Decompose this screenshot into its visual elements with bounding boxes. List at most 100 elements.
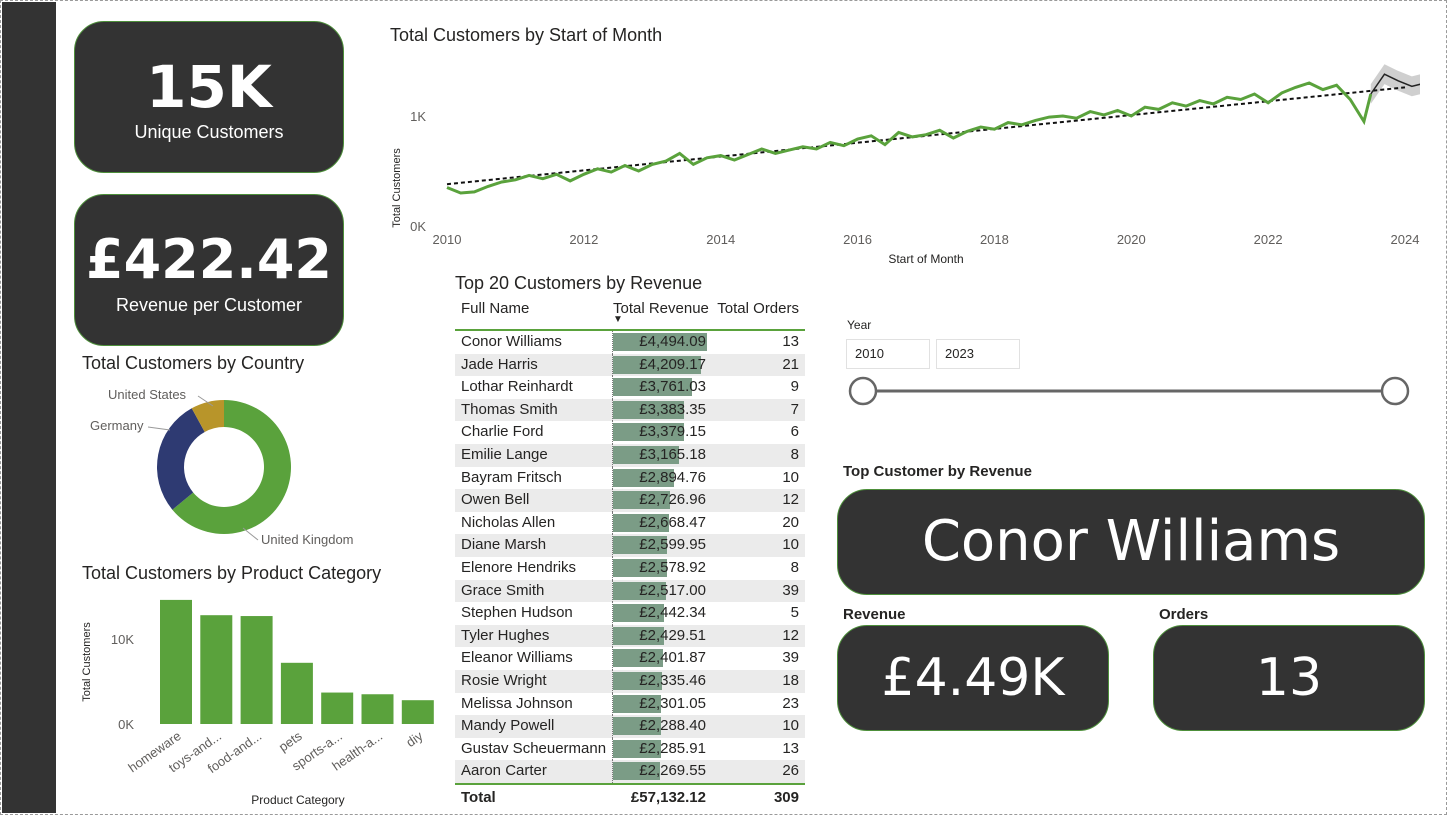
row-total-orders: 13: [782, 739, 799, 757]
row-full-name: Elenore Hendriks: [461, 558, 577, 576]
row-full-name: Rosie Wright: [461, 671, 547, 689]
table-row[interactable]: Charlie Ford £3,379.15 6: [455, 421, 805, 444]
row-full-name: Melissa Johnson: [461, 694, 573, 712]
row-total-orders: 8: [790, 445, 799, 463]
bar-chart-ylabel: Total Customers: [81, 622, 93, 702]
row-total-revenue: £2,429.51: [639, 626, 706, 644]
row-total-orders: 13: [782, 333, 799, 350]
column-header-total-orders[interactable]: Total Orders: [717, 300, 799, 317]
year-from-input[interactable]: 2010: [846, 339, 930, 369]
column-header-total-revenue[interactable]: Total Revenue: [613, 300, 709, 317]
row-full-name: Emilie Lange: [461, 445, 548, 463]
table-row[interactable]: Lothar Reinhardt £3,761.03 9: [455, 376, 805, 399]
table-row[interactable]: Owen Bell £2,726.96 12: [455, 489, 805, 512]
column-header-full-name[interactable]: Full Name: [461, 300, 529, 317]
row-total-revenue: £2,726.96: [639, 491, 706, 509]
table-row[interactable]: Jade Harris £4,209.17 21: [455, 353, 805, 377]
year-range-slider[interactable]: [845, 371, 1425, 411]
row-total-orders: 12: [782, 626, 799, 644]
bar-0[interactable]: [160, 599, 192, 724]
row-full-name: Stephen Hudson: [461, 604, 573, 622]
unique-customers-value: 15K: [146, 53, 272, 121]
top-customer-name: Conor Williams: [921, 509, 1341, 574]
table-row[interactable]: Rosie Wright £2,335.46 18: [455, 669, 805, 693]
row-total-orders: 39: [782, 581, 799, 599]
row-full-name: Grace Smith: [461, 581, 545, 599]
line-chart-xtick: 2022: [1254, 232, 1283, 247]
table-row[interactable]: Nicholas Allen £2,668.47 20: [455, 511, 805, 535]
table-row[interactable]: Mandy Powell £2,288.40 10: [455, 715, 805, 738]
bar-1[interactable]: [200, 615, 233, 724]
bar-chart-xtick: pets: [276, 728, 305, 755]
bar-4[interactable]: [321, 692, 354, 724]
sort-descending-icon: ▼: [613, 314, 623, 325]
row-total-revenue: £2,894.76: [639, 468, 706, 486]
table-row[interactable]: Emilie Lange £3,165.18 8: [455, 443, 805, 467]
bar-5[interactable]: [361, 694, 394, 724]
row-total-revenue: £2,578.92: [639, 558, 706, 576]
row-full-name: Conor Williams: [461, 333, 562, 350]
row-total-revenue: £2,301.05: [639, 694, 706, 712]
bar-chart-title: Total Customers by Product Category: [82, 563, 382, 583]
row-total-revenue: £2,401.87: [639, 649, 706, 667]
donut-label-de: Germany: [90, 418, 144, 433]
top-customer-revenue-card: £4.49K: [837, 625, 1109, 731]
row-total-orders: 5: [790, 604, 799, 622]
donut-leader-uk: [242, 527, 259, 541]
row-total-revenue: £2,668.47: [639, 513, 706, 531]
donut-slice-germany[interactable]: [157, 408, 205, 510]
revenue-per-customer-value: £422.42: [86, 228, 332, 291]
table-row[interactable]: Gustav Scheuermann £2,285.91 13: [455, 737, 805, 761]
bar-2[interactable]: [240, 616, 273, 724]
bar-chart[interactable]: Total Customers 10K 0K homewaretoys-and.…: [76, 592, 446, 812]
table-row[interactable]: Aaron Carter £2,269.55 26: [455, 760, 805, 783]
row-full-name: Charlie Ford: [461, 423, 544, 441]
top-customer-label: Top Customer by Revenue: [843, 463, 1032, 480]
row-total-revenue: £2,517.00: [639, 581, 706, 599]
table-row[interactable]: Thomas Smith £3,383.35 7: [455, 398, 805, 422]
line-chart-xtick: 2012: [569, 232, 598, 247]
top-customer-orders-card: 13: [1153, 625, 1425, 731]
row-total-orders: 10: [782, 717, 799, 735]
row-full-name: Owen Bell: [461, 491, 530, 509]
bar-chart-ytick: 10K: [111, 632, 134, 647]
row-full-name: Tyler Hughes: [461, 626, 550, 644]
table-row[interactable]: Elenore Hendriks £2,578.92 8: [455, 556, 805, 580]
slider-handle-end[interactable]: [1380, 376, 1410, 406]
top-customer-orders: 13: [1255, 648, 1323, 708]
table-header: Full Name Total Revenue ▼ Total Orders: [455, 298, 805, 331]
table-row[interactable]: Diane Marsh £2,599.95 10: [455, 534, 805, 557]
row-total-orders: 10: [782, 536, 799, 554]
line-chart-xlabel: Start of Month: [888, 252, 963, 266]
donut-label-uk: United Kingdom: [261, 532, 354, 547]
row-full-name: Bayram Fritsch: [461, 468, 562, 486]
row-total-orders: 20: [782, 513, 799, 531]
row-full-name: Jade Harris: [461, 355, 538, 373]
row-total-orders: 21: [782, 355, 799, 373]
bar-6[interactable]: [401, 700, 434, 724]
table-row[interactable]: Eleanor Williams £2,401.87 39: [455, 647, 805, 670]
row-total-orders: 8: [790, 558, 799, 576]
orders-label: Orders: [1159, 606, 1209, 623]
row-total-orders: 10: [782, 468, 799, 486]
slider-handle-start[interactable]: [848, 376, 878, 406]
table-total-row: Total £57,132.12 309: [455, 782, 805, 809]
table-title: Top 20 Customers by Revenue: [455, 273, 703, 293]
donut-chart[interactable]: United States Germany United Kingdom: [80, 380, 380, 560]
top-customer-revenue: £4.49K: [881, 648, 1065, 708]
table-row[interactable]: Stephen Hudson £2,442.34 5: [455, 602, 805, 625]
table-row[interactable]: Conor Williams £4,494.09 13: [455, 331, 805, 354]
row-total-revenue: £3,379.15: [639, 423, 706, 441]
revenue-per-customer-card: £422.42 Revenue per Customer: [74, 194, 344, 346]
row-total-revenue: £4,494.09: [639, 333, 706, 350]
table-row[interactable]: Grace Smith £2,517.00 39: [455, 579, 805, 603]
unique-customers-label: Unique Customers: [134, 122, 284, 142]
year-to-input[interactable]: 2023: [936, 339, 1020, 369]
row-total-revenue: £2,285.91: [639, 739, 706, 757]
bar-3[interactable]: [280, 662, 313, 724]
line-chart[interactable]: Total Customers 1K 0K 2010 2012 2014 2016 20…: [380, 58, 1420, 298]
table-row[interactable]: Melissa Johnson £2,301.05 23: [455, 692, 805, 716]
table-row[interactable]: Bayram Fritsch £2,894.76 10: [455, 466, 805, 490]
row-total-orders: 12: [782, 491, 799, 509]
table-row[interactable]: Tyler Hughes £2,429.51 12: [455, 624, 805, 648]
